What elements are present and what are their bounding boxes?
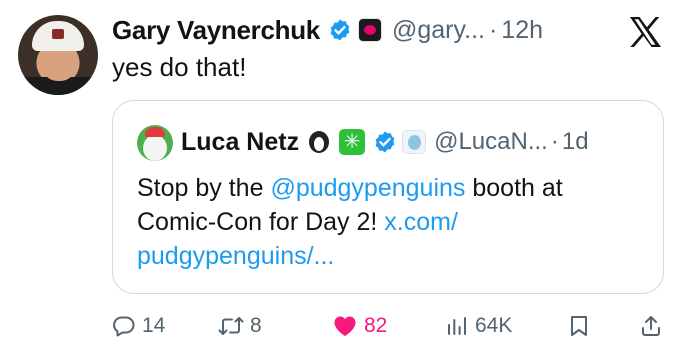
penguin-emoji-icon <box>306 129 332 155</box>
quote-text: Stop by the @pudgypenguins booth at Comi… <box>137 171 647 273</box>
mention-link[interactable]: @pudgypenguins <box>270 174 465 202</box>
author-name[interactable]: Gary Vaynerchuk <box>112 15 320 46</box>
heart-icon <box>334 316 356 336</box>
share-button[interactable] <box>639 308 663 344</box>
tweet-timestamp[interactable]: 12h <box>501 16 543 45</box>
quote-timestamp[interactable]: 1d <box>562 128 589 156</box>
reply-button[interactable]: 14 <box>112 308 165 344</box>
tweet-text: yes do that! <box>112 52 247 82</box>
avatar-cap-logo <box>52 29 64 39</box>
quote-author-avatar[interactable] <box>137 125 173 161</box>
like-button[interactable]: 82 <box>332 308 387 344</box>
retweet-icon <box>218 317 244 335</box>
bookmark-icon <box>571 316 587 336</box>
retweet-button[interactable]: 8 <box>218 308 262 344</box>
quoted-tweet[interactable]: Luca Netz ✳ @LucaN... · 1d Stop by the @… <box>112 100 664 294</box>
quote-verified-badge-icon <box>375 131 395 153</box>
quote-header-separator: · <box>550 128 559 155</box>
affiliate-badge-icon <box>357 18 382 42</box>
author-avatar[interactable] <box>18 15 98 95</box>
reply-count: 14 <box>142 314 166 337</box>
quote-author-handle[interactable]: @LucaN... <box>434 128 548 156</box>
share-icon <box>642 316 660 336</box>
views-chart-icon <box>448 317 466 335</box>
author-handle[interactable]: @gary... <box>392 16 485 45</box>
sparkle-emoji-icon: ✳ <box>339 129 366 155</box>
retweet-count: 8 <box>250 314 262 337</box>
reply-icon <box>113 316 135 337</box>
action-bar: 14 8 82 64K <box>112 308 672 344</box>
like-count: 82 <box>364 314 388 337</box>
header-separator: · <box>488 15 498 44</box>
quote-text-before: Stop by the <box>137 174 271 202</box>
x-logo-icon[interactable] <box>628 16 662 48</box>
views-button[interactable]: 64K <box>445 308 512 344</box>
bookmark-button[interactable] <box>568 308 590 344</box>
quote-affiliate-badge-icon <box>402 130 427 154</box>
verified-badge-icon <box>330 19 350 41</box>
quote-header: Luca Netz ✳ @LucaN... · 1d <box>181 123 589 161</box>
views-count: 64K <box>475 314 513 337</box>
quote-author-name[interactable]: Luca Netz <box>181 128 299 157</box>
tweet-header: Gary Vaynerchuk @gary... · 12h <box>112 12 543 48</box>
